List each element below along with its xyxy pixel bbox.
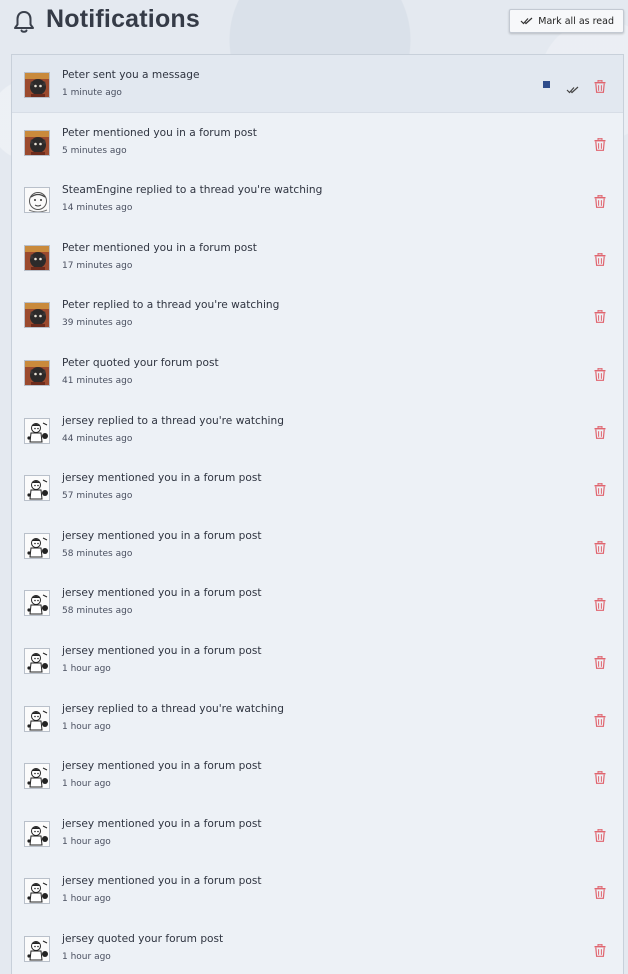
notification-item[interactable]: Peter quoted your forum post 41 minutes a… — [12, 343, 623, 401]
avatar-jersey[interactable] — [24, 532, 50, 559]
notification-text[interactable]: jersey mentioned you in a forum post — [62, 645, 262, 657]
notification-item[interactable]: jersey replied to a thread you're watchi… — [12, 689, 623, 747]
notification-text[interactable]: Peter sent you a message — [62, 69, 200, 81]
notification-time: 1 hour ago — [62, 721, 111, 732]
notification-text[interactable]: Peter mentioned you in a forum post — [62, 242, 257, 254]
notification-text[interactable]: Peter replied to a thread you're watchin… — [62, 299, 279, 311]
notification-time: 1 minute ago — [62, 88, 122, 98]
notification-item[interactable]: jersey mentioned you in a forum post 1 ho… — [12, 746, 623, 804]
trash-icon[interactable] — [594, 654, 606, 673]
avatar-jersey[interactable] — [24, 820, 50, 847]
trash-icon[interactable] — [594, 78, 606, 97]
avatar-jersey[interactable] — [24, 590, 50, 617]
notification-item[interactable]: jersey mentioned you in a forum post 58 m… — [12, 573, 623, 631]
notification-time: 17 minutes ago — [62, 260, 133, 271]
notification-time: 58 minutes ago — [62, 606, 133, 617]
notification-item[interactable]: Peter replied to a thread you're watchin… — [12, 285, 623, 343]
avatar-jersey[interactable] — [24, 763, 50, 790]
notification-text[interactable]: jersey mentioned you in a forum post — [62, 818, 262, 830]
notification-time: 1 hour ago — [62, 836, 111, 847]
notification-item[interactable]: Peter sent you a message 1 minute ago — [12, 55, 623, 113]
notification-item[interactable]: jersey replied to a thread you're watchi… — [12, 401, 623, 459]
avatar-peter[interactable] — [24, 360, 50, 386]
notification-item[interactable]: jersey mentioned you in a forum post 1 ho… — [12, 804, 623, 862]
avatar-jersey[interactable] — [24, 705, 50, 732]
trash-icon[interactable] — [594, 251, 606, 270]
notification-time: 1 hour ago — [62, 894, 111, 905]
double-check-icon — [520, 17, 533, 25]
notification-time: 14 minutes ago — [62, 203, 133, 214]
trash-icon[interactable] — [594, 366, 606, 385]
page-header: Notifications Mark all as read — [0, 0, 628, 52]
notification-item[interactable]: Peter mentioned you in a forum post 5 min… — [12, 113, 623, 171]
trash-icon[interactable] — [594, 481, 606, 500]
avatar-jersey[interactable] — [24, 648, 50, 674]
notification-text[interactable]: Peter mentioned you in a forum post — [62, 127, 257, 139]
unread-indicator — [543, 81, 550, 88]
avatar-peter[interactable] — [24, 72, 50, 98]
trash-icon[interactable] — [594, 193, 606, 212]
avatar-jersey[interactable] — [24, 417, 50, 444]
notification-list: Peter sent you a message 1 minute ago Pete… — [11, 54, 624, 974]
notification-time: 41 minutes ago — [62, 376, 133, 386]
avatar-steamengine[interactable] — [24, 187, 50, 214]
trash-icon[interactable] — [594, 712, 606, 731]
trash-icon[interactable] — [594, 942, 606, 961]
avatar-jersey[interactable] — [24, 878, 50, 905]
notification-time: 1 hour ago — [62, 664, 111, 674]
avatar-peter[interactable] — [24, 302, 50, 329]
notification-item[interactable]: Peter mentioned you in a forum post 17 mi… — [12, 228, 623, 286]
notification-time: 58 minutes ago — [62, 548, 133, 559]
notification-item[interactable]: jersey mentioned you in a forum post 57 m… — [12, 458, 623, 516]
mark-all-read-button[interactable]: Mark all as read — [509, 9, 624, 33]
notification-time: 44 minutes ago — [62, 433, 133, 444]
notification-item[interactable]: jersey mentioned you in a forum post 1 ho… — [12, 631, 623, 689]
trash-icon[interactable] — [594, 769, 606, 788]
trash-icon[interactable] — [594, 539, 606, 558]
trash-icon[interactable] — [594, 424, 606, 443]
notification-time: 39 minutes ago — [62, 318, 133, 329]
notification-text[interactable]: jersey replied to a thread you're watchi… — [62, 415, 284, 427]
notification-text[interactable]: jersey replied to a thread you're watchi… — [62, 703, 284, 715]
notification-text[interactable]: jersey mentioned you in a forum post — [62, 530, 262, 542]
notification-item[interactable]: jersey mentioned you in a forum post 1 ho… — [12, 861, 623, 919]
notification-text[interactable]: jersey mentioned you in a forum post — [62, 587, 262, 599]
avatar-peter[interactable] — [24, 244, 50, 271]
trash-icon[interactable] — [594, 884, 606, 903]
notification-time: 57 minutes ago — [62, 491, 133, 502]
trash-icon[interactable] — [594, 136, 606, 155]
avatar-peter[interactable] — [24, 129, 50, 156]
notification-time: 1 hour ago — [62, 952, 111, 962]
trash-icon[interactable] — [594, 308, 606, 327]
notification-text[interactable]: SteamEngine replied to a thread you're w… — [62, 184, 322, 196]
bell-icon — [14, 11, 34, 33]
notification-time: 1 hour ago — [62, 779, 111, 790]
notification-text[interactable]: jersey mentioned you in a forum post — [62, 760, 262, 772]
page-title: Notifications — [46, 5, 200, 33]
notification-text[interactable]: jersey quoted your forum post — [62, 933, 223, 945]
notification-text[interactable]: jersey mentioned you in a forum post — [62, 472, 262, 484]
trash-icon[interactable] — [594, 596, 606, 615]
trash-icon[interactable] — [594, 827, 606, 846]
avatar-jersey[interactable] — [24, 475, 50, 502]
notification-item[interactable]: SteamEngine replied to a thread you're w… — [12, 170, 623, 228]
mark-all-read-label: Mark all as read — [538, 15, 614, 27]
notification-text[interactable]: Peter quoted your forum post — [62, 357, 219, 369]
notification-item[interactable]: jersey quoted your forum post 1 hour ago — [12, 919, 623, 974]
notification-item[interactable]: jersey mentioned you in a forum post 58 m… — [12, 516, 623, 574]
notification-text[interactable]: jersey mentioned you in a forum post — [62, 875, 262, 887]
notification-time: 5 minutes ago — [62, 145, 127, 156]
avatar-jersey[interactable] — [24, 936, 50, 962]
mark-read-icon[interactable] — [566, 80, 580, 99]
